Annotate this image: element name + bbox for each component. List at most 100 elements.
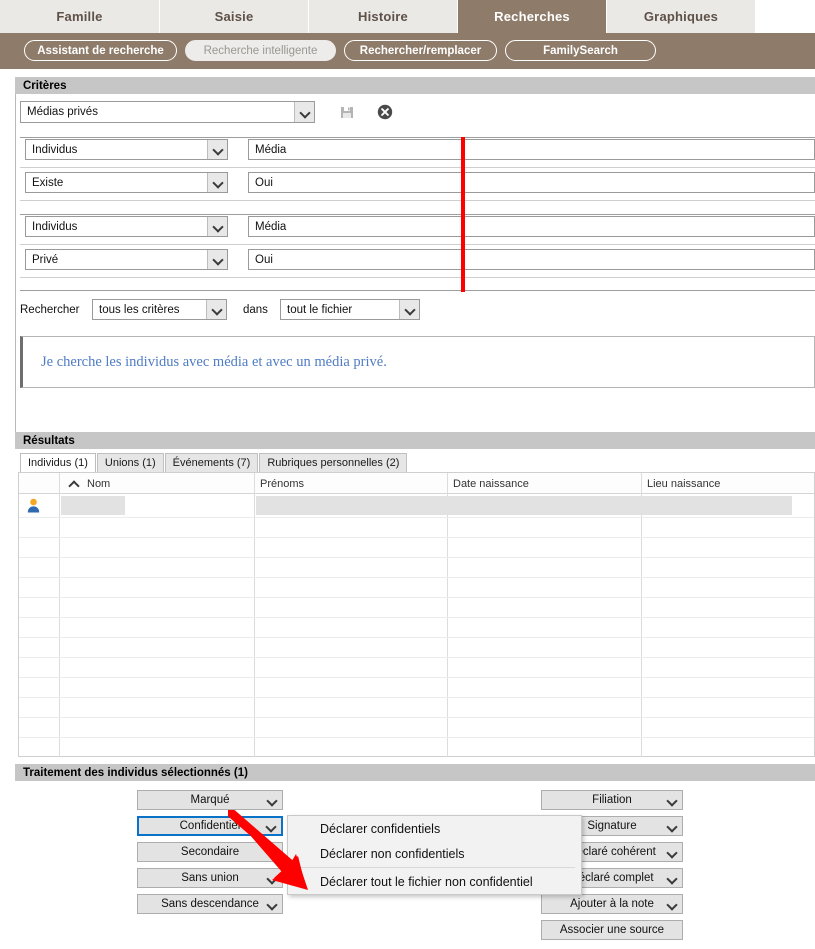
search-scope-select[interactable]: tous les critères <box>92 299 227 320</box>
criteria-field-value: Média <box>255 143 287 156</box>
processing-section-header: Traitement des individus sélectionnés (1… <box>15 764 815 781</box>
assistant-de-recherche-button[interactable]: Assistant de recherche <box>24 40 177 61</box>
save-floppy-icon[interactable] <box>339 104 355 120</box>
results-section-header: Résultats <box>15 432 815 449</box>
results-tab-bar: Individus (1) Unions (1) Événements (7) … <box>20 453 408 472</box>
button-label: Ajouter à la note <box>570 898 654 910</box>
chevron-down-icon[interactable] <box>207 250 227 269</box>
criteria-subject-value: Individus <box>32 220 78 233</box>
tab-label: Unions (1) <box>104 457 156 469</box>
chevron-down-icon[interactable] <box>207 140 227 159</box>
row-divider <box>19 677 814 678</box>
results-tab-rubriques-personnelles[interactable]: Rubriques personnelles (2) <box>259 453 408 472</box>
button-label: FamilySearch <box>543 44 618 57</box>
criteria-group-2-bottom-rule <box>20 277 815 278</box>
button-label: Sans union <box>181 872 239 884</box>
column-header-lieu-naissance[interactable]: Lieu naissance <box>641 473 815 494</box>
marque-dropdown-button[interactable]: Marqué <box>137 790 283 810</box>
chevron-down-icon[interactable] <box>206 300 226 319</box>
chevron-down-icon[interactable] <box>399 300 419 319</box>
row-divider <box>19 717 814 718</box>
criteria-2-subject-select[interactable]: Individus <box>25 216 228 237</box>
search-scope-value: tous les critères <box>99 303 180 316</box>
criteria-section-header: Critères <box>15 77 815 94</box>
menu-item-declarer-non-confidentiels[interactable]: Déclarer non confidentiels <box>288 841 581 866</box>
row-divider <box>19 617 814 618</box>
secondaire-dropdown-button[interactable]: Secondaire <box>137 842 283 862</box>
search-target-select[interactable]: tout le fichier <box>280 299 420 320</box>
chevron-down-icon[interactable] <box>664 895 678 913</box>
tab-histoire[interactable]: Histoire <box>309 0 458 33</box>
menu-item-declarer-confidentiels[interactable]: Déclarer confidentiels <box>288 816 581 841</box>
tab-label: Individus (1) <box>28 457 88 469</box>
criteria-group-1-mid-rule <box>20 167 815 168</box>
criteria-group-1-top-rule <box>20 137 815 138</box>
chevron-down-icon[interactable] <box>664 791 678 809</box>
search-toolbar: Assistant de recherche Recherche intelli… <box>0 33 815 69</box>
tab-famille[interactable]: Famille <box>0 0 160 33</box>
criteria-2-operator-select[interactable]: Privé <box>25 249 228 270</box>
rechercher-remplacer-button[interactable]: Rechercher/remplacer <box>344 40 497 61</box>
criteria-1-value-input[interactable]: Oui <box>248 172 815 193</box>
tab-saisie[interactable]: Saisie <box>160 0 309 33</box>
person-icon-svg <box>27 498 40 513</box>
chevron-down-icon[interactable] <box>664 843 678 861</box>
save-floppy-icon-svg <box>341 107 353 118</box>
tab-recherches[interactable]: Recherches <box>458 0 607 33</box>
confidentiel-dropdown-button[interactable]: Confidentiel <box>137 816 283 836</box>
label-text: Rechercher <box>20 304 80 316</box>
chevron-down-icon[interactable] <box>294 102 314 122</box>
criteria-bottom-rule <box>20 290 815 291</box>
section-title: Critères <box>23 79 67 92</box>
sans-descendance-dropdown-button[interactable]: Sans descendance <box>137 894 283 914</box>
filiation-dropdown-button[interactable]: Filiation <box>541 790 683 810</box>
familysearch-button[interactable]: FamilySearch <box>505 40 656 61</box>
criteria-1-operator-select[interactable]: Existe <box>25 172 228 193</box>
button-label: Signature <box>587 820 637 832</box>
results-tab-evenements[interactable]: Événements (7) <box>164 453 259 472</box>
criteria-1-subject-select[interactable]: Individus <box>25 139 228 160</box>
column-header-nom[interactable]: Nom <box>59 473 254 494</box>
preset-value: Médias privés <box>27 106 98 118</box>
criteria-2-value-input[interactable]: Oui <box>248 249 815 270</box>
tab-label: Rubriques personnelles (2) <box>267 457 400 469</box>
criteria-field-value: Média <box>255 220 287 233</box>
ajouter-a-la-note-dropdown-button[interactable]: Ajouter à la note <box>541 894 683 914</box>
chevron-down-icon[interactable] <box>264 843 278 861</box>
chevron-down-icon[interactable] <box>264 791 278 809</box>
tab-graphiques[interactable]: Graphiques <box>607 0 756 33</box>
chevron-up-icon <box>69 479 78 488</box>
recherche-intelligente-button[interactable]: Recherche intelligente <box>185 40 336 61</box>
chevron-down-icon[interactable] <box>664 817 678 835</box>
table-row[interactable] <box>19 494 815 517</box>
sans-union-dropdown-button[interactable]: Sans union <box>137 868 283 888</box>
chevron-down-icon[interactable] <box>264 895 278 913</box>
tab-label: Événements (7) <box>172 457 251 469</box>
chevron-down-icon[interactable] <box>207 217 227 236</box>
tab-label: Famille <box>56 9 103 24</box>
criteria-value: Oui <box>255 176 273 189</box>
row-divider <box>19 557 814 558</box>
chevron-down-icon[interactable] <box>263 818 277 834</box>
menu-item-declarer-tout-le-fichier-non-confidentiel[interactable]: Déclarer tout le fichier non confidentie… <box>288 869 581 894</box>
row-divider <box>19 577 814 578</box>
criteria-2-field-input[interactable]: Média <box>248 216 815 237</box>
criteria-operator-value: Existe <box>32 176 64 189</box>
results-tab-individus[interactable]: Individus (1) <box>20 453 96 472</box>
results-tab-unions[interactable]: Unions (1) <box>96 453 164 472</box>
column-header-prenoms[interactable]: Prénoms <box>254 473 447 494</box>
column-header-date-naissance[interactable]: Date naissance <box>447 473 641 494</box>
delete-circle-x-icon[interactable] <box>377 104 393 120</box>
preset-select[interactable]: Médias privés <box>20 101 315 123</box>
annotation-vertical-red-line <box>461 137 465 292</box>
main-tab-bar: Famille Saisie Histoire Recherches Graph… <box>0 0 815 33</box>
tab-label: Histoire <box>357 9 408 24</box>
chevron-down-icon[interactable] <box>207 173 227 192</box>
criteria-subject-value: Individus <box>32 143 78 156</box>
criteria-1-field-input[interactable]: Média <box>248 139 815 160</box>
associer-une-source-button[interactable]: Associer une source <box>541 920 683 940</box>
menu-item-label: Déclarer tout le fichier non confidentie… <box>320 874 533 889</box>
chevron-down-icon[interactable] <box>664 869 678 887</box>
chevron-down-icon[interactable] <box>264 869 278 887</box>
search-description-text: Je cherche les individus avec média et a… <box>41 353 387 370</box>
